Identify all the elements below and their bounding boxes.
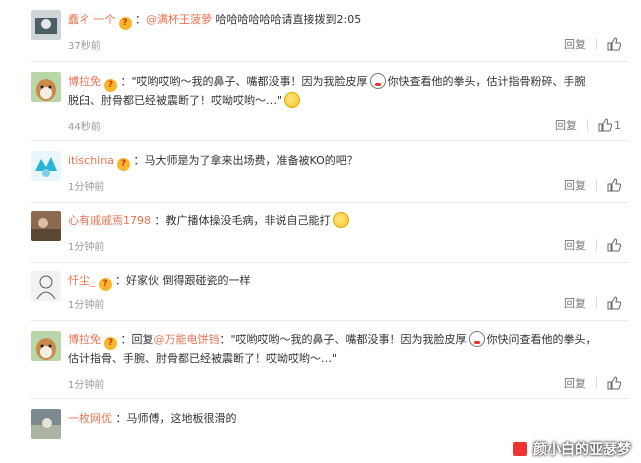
divider xyxy=(30,61,629,62)
reply-button[interactable]: 回复 xyxy=(564,36,596,52)
member-badge-icon: ? xyxy=(98,278,112,291)
grimace-emoji-icon xyxy=(468,331,485,347)
member-badge-icon: ? xyxy=(104,337,117,350)
laugh-emoji-icon xyxy=(284,92,301,108)
mention-link[interactable]: @满杯王菠萝 xyxy=(146,13,212,26)
username-link[interactable]: 蠢ㄔ 一个 xyxy=(68,13,116,26)
comment-body: 哈哈哈哈哈哈请直接拨到2:05 xyxy=(215,13,362,26)
comment-time: 1分钟前 xyxy=(68,182,105,193)
avatar[interactable] xyxy=(31,211,61,241)
thumbs-up-icon[interactable] xyxy=(607,376,622,390)
reply-button[interactable]: 回复 xyxy=(564,237,596,253)
reply-button[interactable]: 回复 xyxy=(564,295,596,311)
mention-link[interactable]: @万能电饼铛 xyxy=(154,333,220,346)
comment-text-line: 博拉免? ：回复@万能电饼铛："哎哟哎哟～我的鼻子、嘴都没事！因为我脸皮厚 你快问… xyxy=(68,331,627,350)
watermark: 颜小白的亚瑟梦 xyxy=(511,439,631,459)
avatar[interactable] xyxy=(31,331,61,361)
divider xyxy=(596,239,597,251)
username-link[interactable]: itischina xyxy=(68,154,114,167)
comment-text-line: 脱臼、肘骨都已经被震断了！哎呦哎哟～…" xyxy=(68,92,627,110)
comment-text-line: itischina? ：马大师是为了拿来出场费，准备被KO的吧？ xyxy=(68,152,627,171)
username-link[interactable]: 心有戚戚焉1798 xyxy=(68,214,151,227)
comment-body: 估计指骨、手腕、肘骨都已经被震断了！哎呦哎哟～…" xyxy=(68,352,338,365)
member-badge-icon: ? xyxy=(104,79,117,92)
comment-text-line: 蠢ㄔ 一个? ：@满杯王菠萝 哈哈哈哈哈哈请直接拨到2:05 xyxy=(68,13,362,30)
username-link[interactable]: 忏尘_ xyxy=(68,274,96,287)
watermark-text: 颜小白的亚瑟梦 xyxy=(533,442,631,458)
laugh-emoji-icon xyxy=(332,212,349,228)
comment-body: ："哎哟哎哟～我的鼻子、嘴都没事！因为我脸皮厚 xyxy=(120,75,368,88)
comment-body: ：好家伙 倒得跟碰瓷的一样 xyxy=(115,274,251,287)
comment-time: 1分钟前 xyxy=(68,380,105,391)
comment-actions: 回复 xyxy=(564,177,622,193)
avatar[interactable] xyxy=(31,72,61,102)
member-badge-icon: ? xyxy=(116,158,130,171)
divider xyxy=(30,398,629,399)
divider xyxy=(30,262,629,263)
reply-prefix: ：回复 xyxy=(120,333,154,346)
comment-time: 44秒前 xyxy=(68,122,101,133)
comment-body: ：马大师是为了拿来出场费，准备被KO的吧？ xyxy=(133,154,358,167)
comment-body: ："哎哟哎哟～我的鼻子、嘴都没事！因为我脸皮厚 xyxy=(219,333,467,346)
comment-time: 37秒前 xyxy=(68,41,101,52)
divider xyxy=(30,320,629,321)
divider xyxy=(587,119,588,131)
comment-body: 你快查看他的拳头，估计指骨粉碎、手腕 xyxy=(387,75,586,88)
grimace-emoji-icon xyxy=(369,73,386,89)
avatar[interactable] xyxy=(31,10,61,40)
member-badge-icon: ? xyxy=(118,17,132,30)
comment-actions: 回复 1 xyxy=(555,117,621,133)
comment-actions: 回复 xyxy=(564,295,622,311)
like-count: 1 xyxy=(614,118,621,132)
comment-text-line: 忏尘_? ：好家伙 倒得跟碰瓷的一样 xyxy=(68,272,627,291)
comment-time: 1分钟前 xyxy=(68,242,105,253)
divider xyxy=(596,38,597,50)
avatar[interactable] xyxy=(31,271,61,301)
thumbs-up-icon[interactable] xyxy=(598,118,613,132)
reply-button[interactable]: 回复 xyxy=(555,117,587,133)
comment-time: 1分钟前 xyxy=(68,300,105,311)
divider xyxy=(596,377,597,389)
comment-actions: 回复 xyxy=(564,36,622,52)
thumbs-up-icon[interactable] xyxy=(607,296,622,310)
avatar[interactable] xyxy=(31,151,61,181)
avatar[interactable] xyxy=(31,409,61,439)
divider xyxy=(596,179,597,191)
thumbs-up-icon[interactable] xyxy=(607,37,622,51)
comment-text-line: 心有戚戚焉1798 ：教广播体操没毛病，非说自己能打 xyxy=(68,212,627,230)
reply-button[interactable]: 回复 xyxy=(564,177,596,193)
comment-text-line: 博拉免? ："哎哟哎哟～我的鼻子、嘴都没事！因为我脸皮厚 你快查看他的拳头，估计指… xyxy=(68,73,627,92)
comment-body: 脱臼、肘骨都已经被震断了！哎呦哎哟～…" xyxy=(68,94,283,107)
comment-body: 你快问查看他的拳头， xyxy=(486,333,597,346)
thumbs-up-icon[interactable] xyxy=(607,178,622,192)
thumbs-up-icon[interactable] xyxy=(607,238,622,252)
comment-body: ：马师傅，这地板很滑的 xyxy=(115,412,237,425)
reply-button[interactable]: 回复 xyxy=(564,375,596,391)
divider xyxy=(30,202,629,203)
comment-body: ：教广播体操没毛病，非说自己能打 xyxy=(154,214,331,227)
watermark-logo-icon xyxy=(511,440,529,458)
username-link[interactable]: 博拉免 xyxy=(68,75,101,88)
comment-text-line: 一枚网优 ：马师傅，这地板很滑的 xyxy=(68,410,627,428)
username-link[interactable]: 一枚网优 xyxy=(68,412,112,425)
comment-actions: 回复 xyxy=(564,237,622,253)
divider xyxy=(596,297,597,309)
comment-actions: 回复 xyxy=(564,375,622,391)
comment-text-line: 估计指骨、手腕、肘骨都已经被震断了！哎呦哎哟～…" xyxy=(68,350,627,368)
username-link[interactable]: 博拉免 xyxy=(68,333,101,346)
divider xyxy=(30,140,629,141)
